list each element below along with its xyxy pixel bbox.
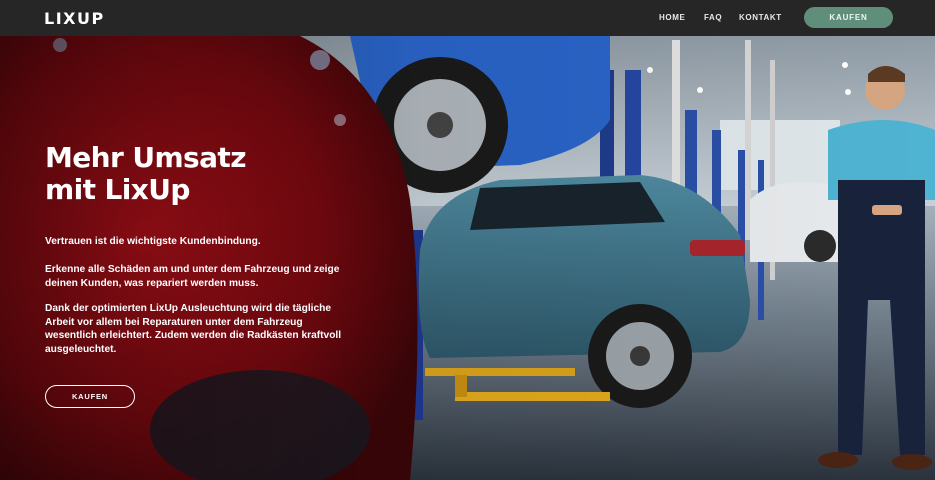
header-buy-button[interactable]: KAUFEN <box>804 7 893 28</box>
hero-paragraph-3: Dank der optimierten LixUp Ausleuchtung … <box>45 303 342 355</box>
hero-paragraph-1: Vertrauen ist die wichtigste Kundenbindu… <box>45 236 261 247</box>
nav-home-link[interactable]: HOME <box>659 13 685 22</box>
hero-buy-button[interactable]: KAUFEN <box>45 385 135 408</box>
top-navigation-bar: LIXUP HOME FAQ KONTAKT KAUFEN <box>0 0 935 36</box>
headline-line-1: Mehr Umsatz <box>45 141 247 174</box>
hero-paragraph-2: Erkenne alle Schäden am und unter dem Fa… <box>45 264 340 289</box>
nav-faq-link[interactable]: FAQ <box>704 13 722 22</box>
headline-line-2: mit LixUp <box>45 173 190 206</box>
nav-kontakt-link[interactable]: KONTAKT <box>739 13 782 22</box>
lixup-logo[interactable]: LIXUP <box>44 9 118 27</box>
hero-headline: Mehr Umsatz mit LixUp <box>45 142 345 206</box>
hero-content: Mehr Umsatz mit LixUp Vertrauen ist die … <box>45 142 345 355</box>
logo-text: LIXUP <box>44 9 105 27</box>
